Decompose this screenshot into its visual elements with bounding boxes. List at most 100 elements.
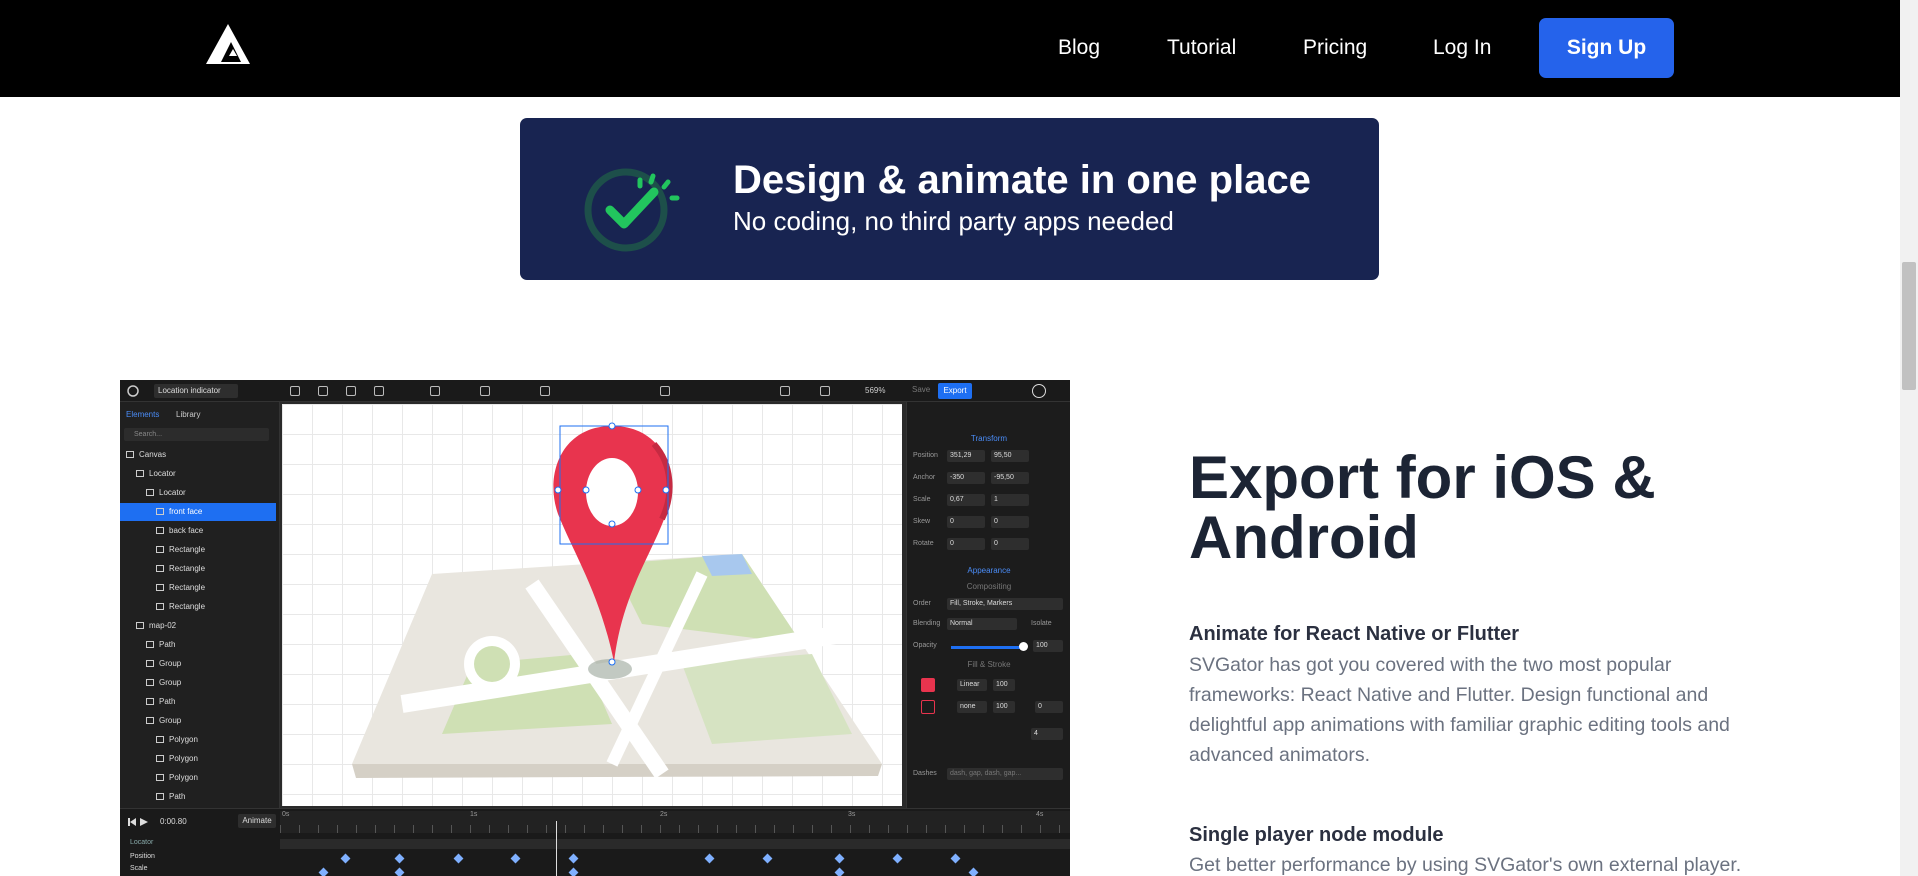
nav-login-link[interactable]: Log In bbox=[1433, 36, 1491, 60]
nav-pricing-link[interactable]: Pricing bbox=[1303, 36, 1367, 60]
logo-icon[interactable] bbox=[203, 22, 253, 66]
skew-y-field[interactable]: 0 bbox=[991, 516, 1029, 528]
play-icon[interactable] bbox=[126, 817, 156, 827]
layer-search-input[interactable]: Search... bbox=[124, 428, 269, 441]
editor-canvas[interactable] bbox=[280, 402, 906, 808]
layer-item[interactable]: Path bbox=[120, 788, 276, 806]
keyframe[interactable] bbox=[340, 853, 351, 864]
save-button[interactable]: Save bbox=[912, 385, 930, 394]
stroke-color-swatch[interactable] bbox=[921, 700, 935, 714]
timeline-playhead[interactable] bbox=[556, 821, 557, 876]
layer-item[interactable]: Group bbox=[120, 674, 276, 692]
tab-elements[interactable]: Elements bbox=[126, 410, 159, 419]
keyframe[interactable] bbox=[704, 853, 715, 864]
layer-item[interactable]: Group bbox=[120, 655, 276, 673]
layer-item[interactable]: Polygon bbox=[120, 731, 276, 749]
opacity-field[interactable]: 100 bbox=[1033, 640, 1063, 652]
keyframe[interactable] bbox=[968, 867, 979, 876]
isolate-checkbox[interactable]: Isolate bbox=[1031, 620, 1052, 627]
nav-blog-link[interactable]: Blog bbox=[1058, 36, 1100, 60]
group-tool-icon[interactable] bbox=[540, 386, 550, 396]
export-button[interactable]: Export bbox=[938, 383, 972, 399]
position-y-field[interactable]: 95,50 bbox=[991, 450, 1029, 462]
dashes-field[interactable]: dash, gap, dash, gap... bbox=[947, 768, 1063, 780]
layer-item[interactable]: Locator bbox=[120, 465, 276, 483]
layer-item[interactable]: map-02 bbox=[120, 617, 276, 635]
layer-item[interactable]: Rectangle bbox=[120, 560, 276, 578]
layer-item[interactable]: Path bbox=[120, 636, 276, 654]
keyframe[interactable] bbox=[834, 853, 845, 864]
opacity-slider[interactable] bbox=[951, 646, 1023, 649]
fill-type-select[interactable]: Linear bbox=[957, 679, 987, 691]
anchor-x-field[interactable]: -350 bbox=[947, 472, 985, 484]
scale-label: Scale bbox=[913, 496, 931, 503]
stroke-width-field[interactable]: 0 bbox=[1035, 701, 1063, 713]
signup-button[interactable]: Sign Up bbox=[1539, 18, 1674, 78]
rotate-y-field[interactable]: 0 bbox=[991, 538, 1029, 550]
boolean-tool-icon[interactable] bbox=[660, 386, 670, 396]
keyframe[interactable] bbox=[892, 853, 903, 864]
timeline-row-label[interactable]: Scale bbox=[120, 865, 280, 872]
blending-select[interactable]: Normal bbox=[947, 618, 1017, 630]
keyframe[interactable] bbox=[834, 867, 845, 876]
keyframe[interactable] bbox=[762, 853, 773, 864]
skew-x-field[interactable]: 0 bbox=[947, 516, 985, 528]
page-scrollbar[interactable] bbox=[1900, 0, 1918, 876]
tab-library[interactable]: Library bbox=[176, 410, 200, 419]
stroke-type-select[interactable]: none bbox=[957, 701, 987, 713]
anchor-y-field[interactable]: -95,50 bbox=[991, 472, 1029, 484]
timeline-row-label[interactable]: Locator bbox=[120, 839, 280, 846]
document-name-field[interactable]: Location indicator bbox=[154, 384, 238, 398]
keyframe[interactable] bbox=[394, 867, 405, 876]
pen-tool-icon[interactable] bbox=[318, 386, 328, 396]
keyframe[interactable] bbox=[568, 853, 579, 864]
snap-icon[interactable] bbox=[820, 386, 830, 396]
timeline-time[interactable]: 0:00.80 bbox=[160, 817, 187, 826]
magnet-icon[interactable] bbox=[780, 386, 790, 396]
layer-item[interactable]: Path bbox=[120, 693, 276, 711]
mask-tool-icon[interactable] bbox=[480, 386, 490, 396]
layer-item[interactable]: Rectangle bbox=[120, 579, 276, 597]
miter-limit-field[interactable]: 4 bbox=[1031, 728, 1063, 740]
order-select[interactable]: Fill, Stroke, Markers bbox=[947, 598, 1063, 610]
keyframe[interactable] bbox=[950, 853, 961, 864]
timeline-row-label[interactable]: Position bbox=[120, 853, 280, 860]
position-x-field[interactable]: 351,29 bbox=[947, 450, 985, 462]
shape-tool-icon[interactable] bbox=[346, 386, 356, 396]
align-tool-icon[interactable] bbox=[430, 386, 440, 396]
layer-type-icon bbox=[156, 584, 164, 591]
layer-item[interactable]: Polygon bbox=[120, 769, 276, 787]
opacity-slider-handle[interactable] bbox=[1019, 642, 1028, 651]
appearance-section-title[interactable]: Appearance bbox=[907, 566, 1070, 575]
rotate-x-field[interactable]: 0 bbox=[947, 538, 985, 550]
layer-item[interactable]: Rectangle bbox=[120, 598, 276, 616]
layer-item[interactable]: Group bbox=[120, 712, 276, 730]
animate-button[interactable]: Animate bbox=[238, 814, 276, 828]
keyframe[interactable] bbox=[453, 853, 464, 864]
fill-color-swatch[interactable] bbox=[921, 678, 935, 692]
zoom-level[interactable]: 569% bbox=[865, 386, 885, 395]
scale-x-field[interactable]: 0,67 bbox=[947, 494, 985, 506]
keyframe[interactable] bbox=[394, 853, 405, 864]
layer-item[interactable]: Locator bbox=[120, 484, 276, 502]
transform-section-title[interactable]: Transform bbox=[907, 434, 1070, 443]
timeline-track[interactable] bbox=[280, 839, 1070, 849]
pointer-tool-icon[interactable] bbox=[290, 386, 300, 396]
fill-opacity-field[interactable]: 100 bbox=[993, 679, 1015, 691]
stroke-opacity-field[interactable]: 100 bbox=[993, 701, 1015, 713]
nav-tutorial-link[interactable]: Tutorial bbox=[1167, 36, 1236, 60]
scrollbar-thumb[interactable] bbox=[1902, 262, 1916, 390]
timeline-ruler[interactable]: 0s 1s 2s 3s 4s bbox=[280, 811, 1070, 833]
scale-y-field[interactable]: 1 bbox=[991, 494, 1029, 506]
layer-item[interactable]: back face bbox=[120, 522, 276, 540]
layer-item[interactable]: front face bbox=[120, 503, 276, 521]
keyframe[interactable] bbox=[510, 853, 521, 864]
artboard[interactable] bbox=[282, 404, 902, 806]
layer-item[interactable]: Canvas bbox=[120, 446, 276, 464]
layer-item[interactable]: Rectangle bbox=[120, 541, 276, 559]
text-tool-icon[interactable] bbox=[374, 386, 384, 396]
layer-item[interactable]: Polygon bbox=[120, 750, 276, 768]
keyframe[interactable] bbox=[318, 867, 329, 876]
avatar-icon[interactable] bbox=[1032, 384, 1046, 398]
keyframe[interactable] bbox=[568, 867, 579, 876]
